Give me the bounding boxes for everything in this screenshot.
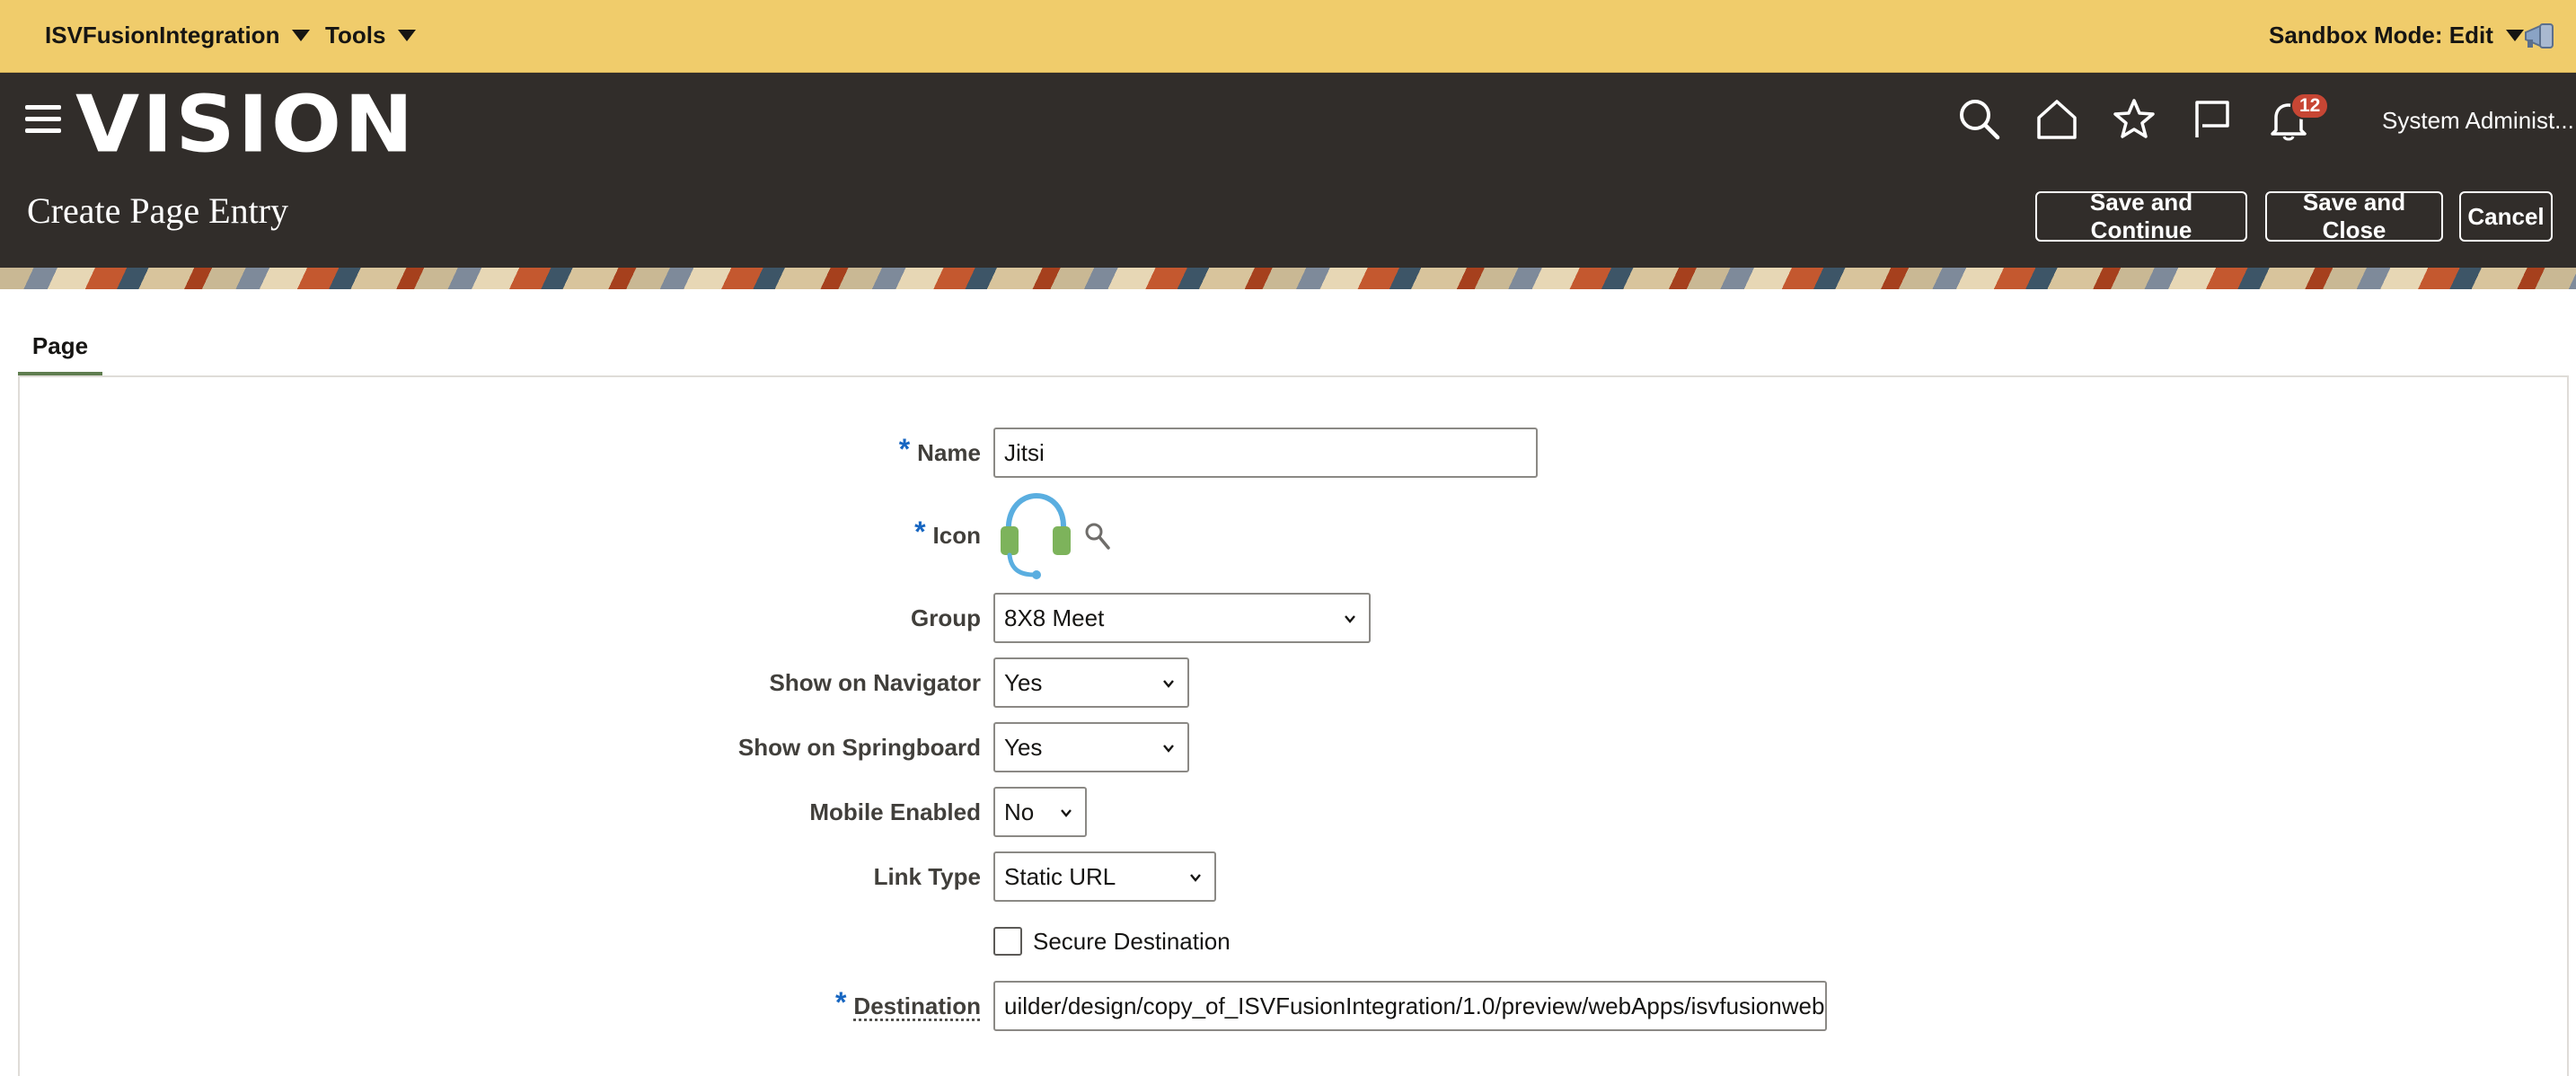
chevron-down-icon — [1344, 613, 1356, 625]
search-icon[interactable] — [1956, 96, 2003, 143]
group-select[interactable]: 8X8 Meet — [993, 593, 1371, 643]
show-on-springboard-value: Yes — [1004, 734, 1042, 762]
tab-content-panel — [18, 375, 2569, 1076]
link-type-select[interactable]: Static URL — [993, 851, 1216, 902]
destination-label-row: * Destination — [835, 983, 981, 1029]
secure-destination-label[interactable]: Secure Destination — [1033, 927, 1231, 956]
show-on-navigator-label: Show on Navigator — [770, 669, 981, 697]
sandbox-bar: ISVFusionIntegration Tools Sandbox Mode:… — [0, 0, 2576, 73]
required-marker: * — [899, 433, 910, 466]
name-label: Name — [917, 439, 981, 467]
mobile-enabled-label-row: Mobile Enabled — [809, 789, 981, 835]
save-and-continue-button[interactable]: Save and Continue — [2035, 191, 2247, 242]
chevron-down-icon — [2506, 30, 2524, 41]
headset-icon[interactable] — [995, 490, 1076, 580]
mobile-enabled-select[interactable]: No — [993, 787, 1087, 837]
global-header: VISION 12 System Administ... Create Page… — [0, 73, 2576, 268]
show-on-springboard-label: Show on Springboard — [738, 734, 981, 762]
show-on-springboard-select[interactable]: Yes — [993, 722, 1189, 772]
name-label-row: * Name — [899, 429, 981, 476]
navigator-menu-icon[interactable] — [25, 105, 61, 134]
page-title: Create Page Entry — [27, 190, 288, 232]
name-input[interactable]: Jitsi — [993, 428, 1538, 478]
cancel-button[interactable]: Cancel — [2459, 191, 2553, 242]
show-on-navigator-select[interactable]: Yes — [993, 657, 1189, 708]
sandbox-mode-menu[interactable]: Sandbox Mode: Edit — [2269, 0, 2524, 71]
icon-label: Icon — [933, 522, 981, 550]
user-menu[interactable]: System Administ... — [2382, 107, 2574, 135]
link-type-label-row: Link Type — [874, 853, 981, 900]
tab-page[interactable]: Page — [18, 322, 102, 377]
vision-logo[interactable]: VISION — [75, 85, 416, 163]
destination-label: Destination — [853, 992, 981, 1020]
group-value: 8X8 Meet — [1004, 604, 1104, 632]
chevron-down-icon — [398, 30, 416, 41]
mobile-enabled-label: Mobile Enabled — [809, 798, 981, 826]
tools-label: Tools — [325, 22, 385, 49]
group-label: Group — [911, 604, 981, 632]
mobile-enabled-value: No — [1004, 798, 1034, 826]
group-label-row: Group — [911, 595, 981, 641]
chevron-down-icon — [1162, 742, 1175, 754]
notification-count-badge: 12 — [2290, 93, 2329, 119]
workspace-menu[interactable]: ISVFusionIntegration — [45, 0, 310, 71]
decorative-banner — [0, 268, 2576, 289]
favorites-star-icon[interactable] — [2111, 96, 2157, 143]
show-on-springboard-label-row: Show on Springboard — [738, 724, 981, 771]
chevron-down-icon — [1189, 871, 1202, 884]
tools-menu[interactable]: Tools — [325, 0, 416, 71]
workspace-label: ISVFusionIntegration — [45, 22, 279, 49]
secure-destination-checkbox[interactable] — [993, 927, 1022, 956]
show-on-navigator-label-row: Show on Navigator — [770, 659, 981, 706]
chevron-down-icon — [1162, 677, 1175, 690]
chevron-down-icon — [292, 30, 310, 41]
destination-input[interactable]: uilder/design/copy_of_ISVFusionIntegrati… — [993, 981, 1827, 1031]
chevron-down-icon — [1060, 807, 1072, 819]
required-marker: * — [914, 516, 925, 549]
megaphone-icon[interactable] — [2522, 22, 2558, 50]
sandbox-mode-label: Sandbox Mode: Edit — [2269, 22, 2493, 49]
link-type-label: Link Type — [874, 863, 981, 891]
save-and-close-button[interactable]: Save and Close — [2265, 191, 2443, 242]
show-on-navigator-value: Yes — [1004, 669, 1042, 697]
icon-label-row: * Icon — [914, 512, 981, 559]
required-marker: * — [835, 986, 846, 1019]
search-icon[interactable] — [1083, 521, 1112, 551]
link-type-value: Static URL — [1004, 863, 1116, 891]
home-icon[interactable] — [2033, 96, 2080, 143]
watchlist-flag-icon[interactable] — [2188, 96, 2235, 143]
